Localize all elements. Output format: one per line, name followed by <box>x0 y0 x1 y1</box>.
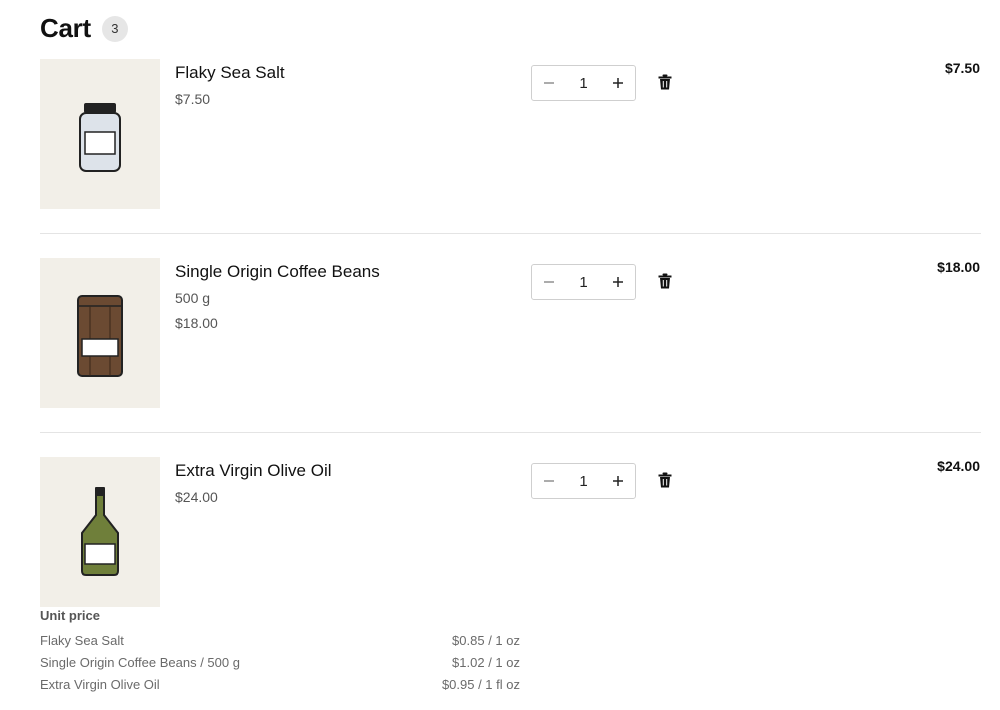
unit-price-row: Single Origin Coffee Beans / 500 g $1.02… <box>40 652 520 674</box>
product-name[interactable]: Extra Virgin Olive Oil <box>175 461 332 481</box>
quantity-stepper: 1 <box>531 65 636 101</box>
unit-price-label: Extra Virgin Olive Oil <box>40 677 160 692</box>
quantity-value[interactable]: 1 <box>566 274 601 291</box>
increase-quantity-button[interactable] <box>601 265 635 299</box>
unit-price-label: Single Origin Coffee Beans / 500 g <box>40 655 240 670</box>
product-price: $18.00 <box>175 315 218 331</box>
quantity-stepper: 1 <box>531 463 636 499</box>
unit-price-title: Unit price <box>40 608 100 623</box>
product-name[interactable]: Single Origin Coffee Beans <box>175 262 380 282</box>
line-total: $18.00 <box>937 259 980 275</box>
product-price: $24.00 <box>175 489 218 505</box>
coffee-bag-icon <box>77 295 123 377</box>
decrease-quantity-button[interactable] <box>532 265 566 299</box>
unit-price-section: Unit price Flaky Sea Salt $0.85 / 1 oz S… <box>40 608 520 696</box>
unit-price-row: Flaky Sea Salt $0.85 / 1 oz <box>40 630 520 652</box>
plus-icon <box>613 78 623 88</box>
unit-price-label: Flaky Sea Salt <box>40 633 124 648</box>
trash-icon[interactable] <box>656 471 674 489</box>
cart-item: Extra Virgin Olive Oil $24.00 1 $24.00 <box>40 457 980 607</box>
unit-price-value: $1.02 / 1 oz <box>452 655 520 670</box>
line-total: $24.00 <box>937 458 980 474</box>
increase-quantity-button[interactable] <box>601 66 635 100</box>
cart-count-badge: 3 <box>101 15 128 42</box>
trash-icon[interactable] <box>656 272 674 290</box>
increase-quantity-button[interactable] <box>601 464 635 498</box>
unit-price-value: $0.95 / 1 fl oz <box>441 677 520 692</box>
product-image[interactable] <box>40 457 160 607</box>
product-price: $7.50 <box>175 91 211 107</box>
product-image[interactable] <box>40 59 160 209</box>
olive-oil-bottle-icon <box>81 487 119 576</box>
plus-icon <box>613 476 623 486</box>
plus-icon <box>613 277 623 287</box>
decrease-quantity-button[interactable] <box>532 464 566 498</box>
minus-icon <box>544 281 554 283</box>
cart-item: Single Origin Coffee Beans 500 g $18.00 … <box>40 258 980 408</box>
product-name[interactable]: Flaky Sea Salt <box>175 63 285 83</box>
quantity-stepper: 1 <box>531 264 636 300</box>
decrease-quantity-button[interactable] <box>532 66 566 100</box>
quantity-value[interactable]: 1 <box>566 75 601 92</box>
minus-icon <box>544 480 554 482</box>
divider <box>40 233 981 234</box>
salt-jar-icon <box>79 103 121 172</box>
unit-price-row: Extra Virgin Olive Oil $0.95 / 1 fl oz <box>40 674 520 696</box>
page-title: Cart <box>40 13 91 43</box>
line-total: $7.50 <box>944 60 980 76</box>
unit-price-value: $0.85 / 1 oz <box>452 633 520 648</box>
trash-icon[interactable] <box>656 73 674 91</box>
product-variant: 500 g <box>175 290 211 306</box>
divider <box>40 432 981 433</box>
cart-item: Flaky Sea Salt $7.50 1 $7.50 <box>40 59 980 209</box>
product-image[interactable] <box>40 258 160 408</box>
minus-icon <box>544 82 554 84</box>
quantity-value[interactable]: 1 <box>566 473 601 490</box>
cart-header: Cart 3 <box>40 13 128 44</box>
